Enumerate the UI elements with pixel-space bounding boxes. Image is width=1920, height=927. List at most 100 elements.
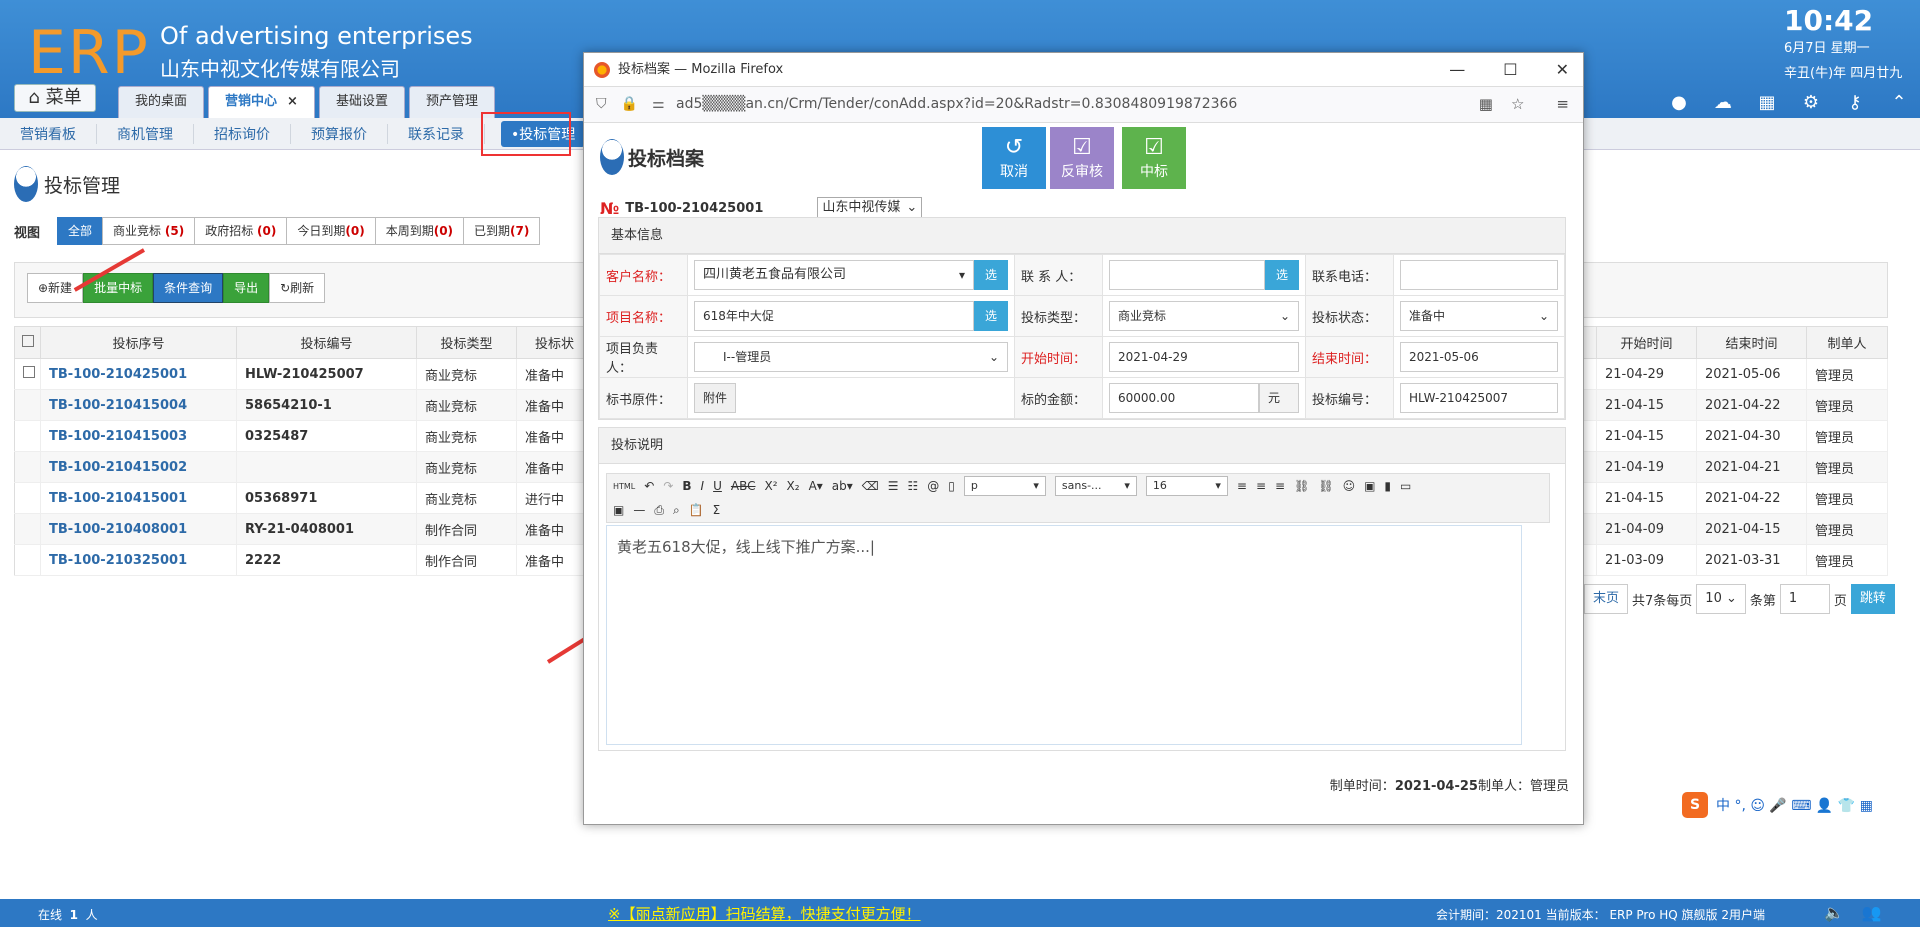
- view-due-week[interactable]: 本周到期(0): [374, 217, 465, 245]
- sogou-icon[interactable]: S: [1682, 792, 1708, 818]
- font-select[interactable]: sans-... ▾: [1054, 476, 1137, 496]
- view-expired[interactable]: 已到期(7): [463, 217, 541, 245]
- anchor-icon[interactable]: @: [927, 479, 939, 493]
- bold-icon[interactable]: B: [682, 479, 691, 493]
- subnav-tender-inquiry[interactable]: 招标询价: [194, 124, 291, 144]
- insert-image-icon[interactable]: ▣: [613, 503, 624, 517]
- emoji-icon[interactable]: ☺: [1343, 479, 1356, 493]
- amount-field[interactable]: 60000.00: [1109, 383, 1259, 413]
- end-date-field[interactable]: 2021-05-06: [1400, 342, 1558, 372]
- promo-link[interactable]: ※【丽点新应用】扫码结算，快捷支付更方便！: [608, 903, 921, 924]
- bid-seq-link[interactable]: TB-100-210415004: [40, 389, 237, 421]
- tab-settings[interactable]: 基础设置: [318, 86, 405, 118]
- query-button[interactable]: 条件查询: [153, 273, 224, 303]
- cloud-icon[interactable]: ☁: [1712, 92, 1734, 114]
- select-all-checkbox[interactable]: [21, 334, 34, 347]
- contact-field[interactable]: [1109, 260, 1265, 290]
- subscript-icon[interactable]: X₂: [787, 479, 800, 493]
- qr-icon[interactable]: ▦: [1479, 95, 1493, 113]
- view-due-today[interactable]: 今日到期(0): [286, 217, 376, 245]
- subnav-contacts[interactable]: 联系记录: [388, 124, 485, 144]
- project-field[interactable]: 618年中大促: [694, 301, 974, 331]
- ordered-list-icon[interactable]: ☰: [888, 479, 899, 493]
- description-editor[interactable]: 黄老五618大促，线上线下推广方案...|: [606, 525, 1522, 745]
- col-maker[interactable]: 制单人: [1806, 326, 1888, 359]
- maximize-icon[interactable]: ☐: [1503, 53, 1517, 87]
- image-icon[interactable]: ▣: [1364, 479, 1375, 493]
- tab-desktop[interactable]: 我的桌面: [118, 86, 205, 118]
- users-icon[interactable]: 👥: [1862, 903, 1882, 922]
- sigma-icon[interactable]: Σ: [713, 503, 721, 517]
- page-size-select[interactable]: 10 ⌄: [1696, 584, 1746, 614]
- col-type[interactable]: 投标类型: [416, 326, 517, 359]
- link-icon[interactable]: ⛓: [1294, 479, 1309, 493]
- search-icon[interactable]: ⌕: [673, 503, 680, 518]
- col-start[interactable]: 开始时间: [1596, 326, 1697, 359]
- gear-icon[interactable]: ⚙: [1800, 92, 1822, 114]
- redo-icon[interactable]: ↷: [663, 479, 673, 493]
- underline-icon[interactable]: U: [713, 479, 722, 493]
- menu-button[interactable]: ⌂ 菜单: [14, 84, 96, 112]
- hamburger-icon[interactable]: ≡: [1556, 95, 1569, 113]
- page-icon[interactable]: ▯: [948, 479, 955, 493]
- star-icon[interactable]: ☆: [1511, 95, 1524, 113]
- bid-seq-link[interactable]: TB-100-210415001: [40, 482, 237, 514]
- font-color-icon[interactable]: A▾: [809, 479, 823, 493]
- owner-select[interactable]: I--管理员 ⌄: [694, 342, 1008, 372]
- preview-icon[interactable]: ▭: [1400, 479, 1411, 493]
- col-code[interactable]: 投标编号: [236, 326, 417, 359]
- apps-icon[interactable]: ▦: [1756, 92, 1778, 114]
- col-end[interactable]: 结束时间: [1696, 326, 1807, 359]
- company-select[interactable]: 山东中视传媒 ⌄: [817, 197, 923, 219]
- customer-select[interactable]: 四川黄老五食品有限公司 ▾: [694, 260, 974, 290]
- view-all[interactable]: 全部: [57, 217, 104, 245]
- unordered-list-icon[interactable]: ☷: [908, 479, 919, 493]
- tab-marketing[interactable]: 营销中心 ×: [208, 86, 315, 118]
- italic-icon[interactable]: I: [701, 479, 705, 493]
- bid-seq-link[interactable]: TB-100-210415002: [40, 451, 237, 483]
- last-page-button[interactable]: 末页: [1584, 584, 1629, 614]
- align-center-icon[interactable]: ≡: [1256, 479, 1266, 493]
- size-select[interactable]: 16 ▾: [1145, 476, 1228, 496]
- close-tab-icon[interactable]: ×: [287, 94, 298, 109]
- phone-field[interactable]: [1400, 260, 1558, 290]
- undo-icon[interactable]: ↶: [644, 479, 654, 493]
- superscript-icon[interactable]: X²: [765, 479, 778, 493]
- html-icon[interactable]: HTML: [613, 482, 635, 491]
- url-text[interactable]: ad5▒▒▒▒an.cn/Crm/Tender/conAdd.aspx?id=2…: [676, 96, 1237, 112]
- bid-seq-link[interactable]: TB-100-210425001: [40, 358, 237, 390]
- unlink-icon[interactable]: ⛓: [1318, 479, 1333, 493]
- bid-type-select[interactable]: 商业竞标 ⌄: [1109, 301, 1299, 331]
- page-input[interactable]: 1: [1779, 584, 1830, 614]
- video-icon[interactable]: ▮: [1384, 479, 1391, 493]
- view-government[interactable]: 政府招标 (0): [194, 217, 288, 245]
- bid-status-select[interactable]: 准备中 ⌄: [1400, 301, 1558, 331]
- attach-button[interactable]: 附件: [694, 383, 737, 413]
- collapse-icon[interactable]: ⌃: [1888, 92, 1910, 114]
- user-icon[interactable]: ●: [1668, 92, 1690, 114]
- print-icon[interactable]: ⎙: [654, 503, 664, 518]
- bid-seq-link[interactable]: TB-100-210325001: [40, 544, 237, 576]
- subnav-budget[interactable]: 预算报价: [291, 124, 388, 144]
- eraser-icon[interactable]: ⌫: [862, 479, 879, 493]
- strike-icon[interactable]: ABC: [731, 479, 756, 493]
- bid-code-field[interactable]: HLW-210425007: [1400, 383, 1558, 413]
- align-right-icon[interactable]: ≡: [1275, 479, 1285, 493]
- row-checkbox[interactable]: [23, 366, 35, 378]
- bid-seq-link[interactable]: TB-100-210408001: [40, 513, 237, 545]
- close-icon[interactable]: ✕: [1556, 53, 1569, 87]
- subnav-dashboard[interactable]: 营销看板: [0, 124, 97, 144]
- win-bid-button[interactable]: ☑ 中标: [1122, 127, 1186, 189]
- col-seq[interactable]: 投标序号: [40, 326, 237, 359]
- hr-icon[interactable]: —: [633, 503, 645, 517]
- minimize-icon[interactable]: —: [1449, 53, 1465, 87]
- customer-pick-button[interactable]: 选: [974, 260, 1008, 290]
- align-left-icon[interactable]: ≡: [1237, 479, 1247, 493]
- jump-button[interactable]: 跳转: [1850, 584, 1895, 614]
- bid-seq-link[interactable]: TB-100-210415003: [40, 420, 237, 452]
- highlight-icon[interactable]: ab▾: [832, 479, 853, 493]
- export-button[interactable]: 导出: [223, 273, 270, 303]
- volume-icon[interactable]: 🔈: [1824, 903, 1844, 922]
- view-commercial[interactable]: 商业竞标 (5): [102, 217, 196, 245]
- project-pick-button[interactable]: 选: [974, 301, 1008, 331]
